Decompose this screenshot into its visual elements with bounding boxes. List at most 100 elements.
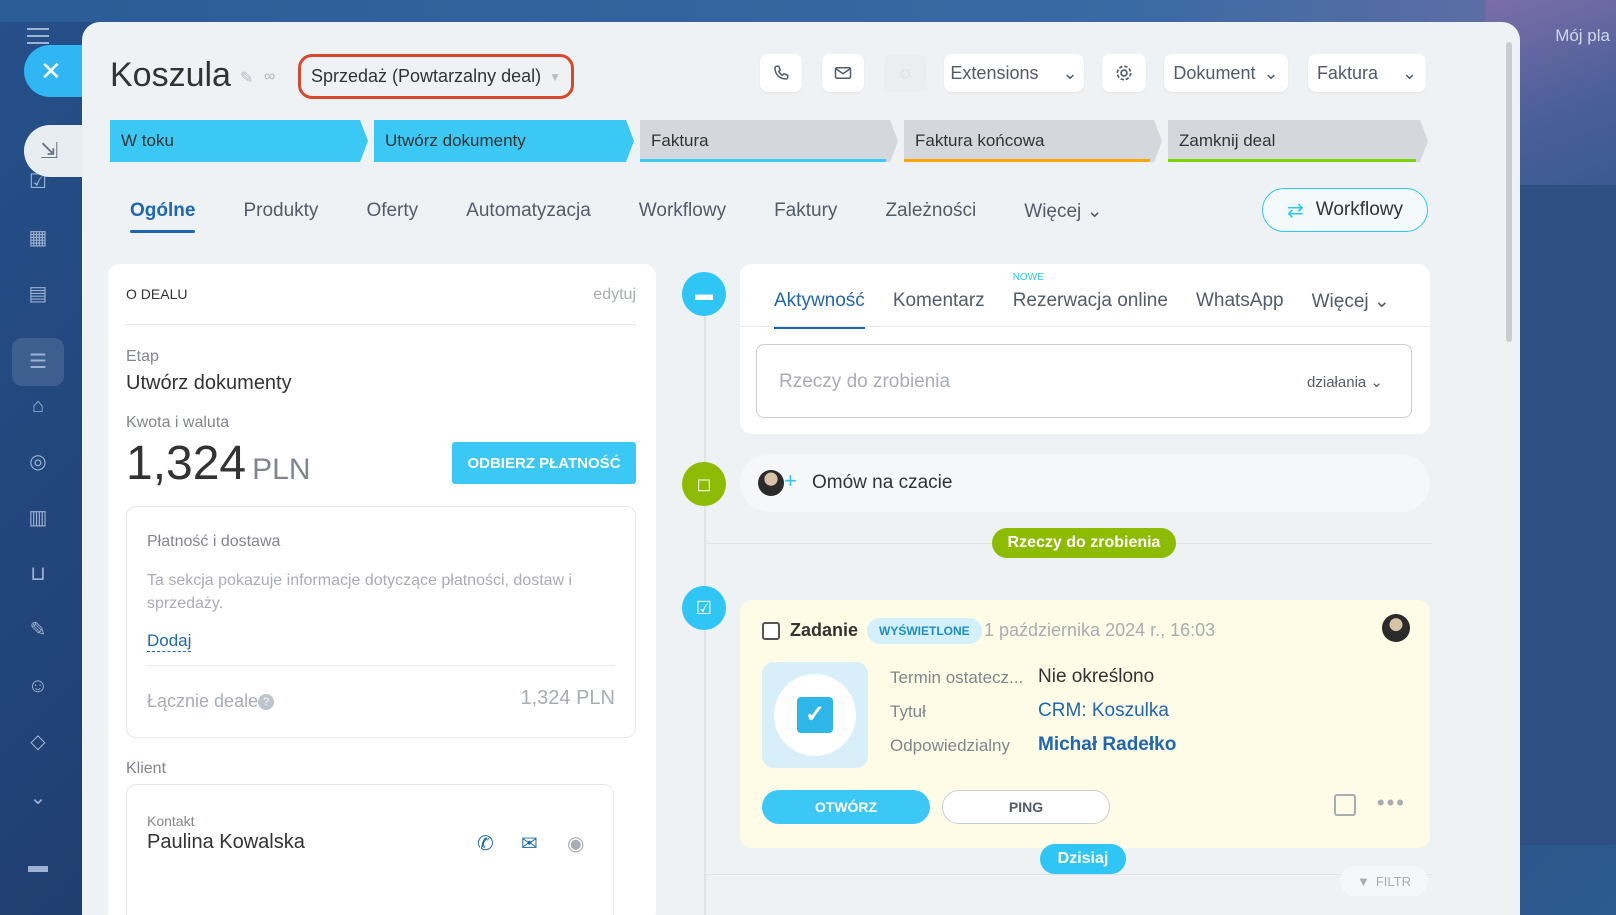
tab-comment[interactable]: Komentarz: [893, 284, 985, 329]
filter-button[interactable]: ▼ FILTR: [1340, 866, 1428, 896]
payment-title: Płatność i dostawa: [147, 533, 281, 550]
tab-more[interactable]: Więcej ⌄: [1312, 284, 1390, 329]
tab-invoices[interactable]: Faktury: [774, 194, 837, 233]
chevron-down-icon: ⌄: [1401, 62, 1418, 83]
edit-link[interactable]: edytuj: [593, 286, 636, 304]
tab-whatsapp[interactable]: WhatsApp: [1196, 284, 1284, 329]
deal-info-card: O DEALU edytuj Etap Utwórz dokumenty Kwo…: [108, 264, 656, 915]
extensions-dropdown[interactable]: Extensions ⌄: [944, 54, 1084, 92]
funnel-icon: ▼: [1356, 873, 1370, 889]
total-label-text: Łącznie deale: [147, 691, 259, 711]
todo-input[interactable]: Rzeczy do zrobienia działania ⌄: [756, 344, 1412, 418]
background-link[interactable]: Mój pla: [1555, 26, 1610, 46]
calendar-icon[interactable]: ▦: [24, 224, 52, 252]
deal-panel: Koszula ✎ ∞ Sprzedaż (Powtarzalny deal) …: [82, 22, 1520, 915]
close-slider-button[interactable]: ✕: [24, 45, 84, 97]
more-icon[interactable]: •••: [1377, 790, 1406, 816]
open-button[interactable]: OTWÓRZ: [762, 790, 930, 824]
activity-tabs: Aktywność Komentarz NOWE Rezerwacja onlin…: [774, 272, 1418, 329]
deadline-value[interactable]: Nie określono: [1038, 666, 1154, 688]
workflows-button[interactable]: ⇄ Workflowy: [1262, 188, 1428, 232]
tab-label: Rezerwacja online: [1012, 290, 1168, 311]
responsible-link[interactable]: Michał Radełko: [1038, 734, 1176, 756]
tab-more[interactable]: Więcej ⌄: [1024, 194, 1102, 233]
tab-automation[interactable]: Automatyzacja: [466, 194, 591, 233]
store-icon[interactable]: ⌂: [24, 392, 52, 420]
total-deals-label: Łącznie deale?: [147, 691, 275, 712]
tab-online-booking[interactable]: NOWE Rezerwacja online: [1012, 272, 1168, 329]
document-dropdown[interactable]: Dokument ⌄: [1164, 54, 1288, 92]
printer-icon[interactable]: ▬: [24, 852, 52, 880]
task-check-icon: ☑: [682, 586, 726, 630]
category-selector[interactable]: Sprzedaż (Powtarzalny deal) ▼: [298, 54, 574, 99]
robot-icon[interactable]: ☺: [24, 672, 52, 700]
title-link[interactable]: CRM: Koszulka: [1038, 700, 1169, 722]
task-icon-box: ✓: [762, 662, 868, 768]
ping-button[interactable]: PING: [942, 790, 1110, 824]
email-button[interactable]: [822, 54, 864, 92]
stage-close-deal[interactable]: Zamknij deal: [1168, 120, 1428, 162]
chat-icon[interactable]: ◉: [567, 831, 584, 856]
cart-icon[interactable]: ⊔: [24, 560, 52, 588]
tab-workflows[interactable]: Workflowy: [639, 194, 726, 233]
analytics-icon[interactable]: ▥: [24, 504, 52, 532]
responsible-label: Odpowiedzialny: [890, 736, 1011, 755]
tab-dependencies[interactable]: Zależności: [885, 194, 976, 233]
chat-bubble-icon: ◻: [682, 462, 726, 506]
chevron-down-icon[interactable]: ⌄: [24, 784, 52, 812]
phone-icon[interactable]: ✆: [477, 831, 494, 856]
client-label: Klient: [126, 760, 167, 777]
chat-icon: ◌: [899, 62, 911, 83]
crm-funnel-icon[interactable]: ☰: [24, 348, 52, 376]
invoice-dropdown[interactable]: Faktura ⌄: [1308, 54, 1426, 92]
divider: [740, 326, 1430, 327]
deal-title: Koszula: [110, 56, 231, 94]
chat-button[interactable]: ◌: [884, 54, 926, 92]
task-card: Zadanie WYŚWIETLONE 1 października 2024 …: [740, 600, 1430, 848]
actions-label: działania: [1307, 374, 1367, 391]
divider: [126, 324, 636, 325]
sign-icon[interactable]: ✎: [24, 616, 52, 644]
amount-currency: PLN: [252, 453, 311, 486]
target-icon[interactable]: ◎: [24, 448, 52, 476]
add-link[interactable]: Dodaj: [147, 631, 192, 652]
today-pill: Dzisiaj: [1040, 844, 1126, 874]
stage-in-progress[interactable]: W toku: [110, 120, 368, 162]
contact-name[interactable]: Paulina Kowalska: [147, 831, 305, 854]
discuss-in-chat-row[interactable]: + Omów na czacie: [740, 454, 1430, 512]
help-icon[interactable]: ?: [258, 694, 275, 711]
envelope-icon: [834, 67, 852, 79]
tab-activity[interactable]: Aktywność: [774, 284, 865, 329]
avatar[interactable]: [1382, 614, 1410, 642]
category-label: Sprzedaż (Powtarzalny deal): [311, 66, 542, 86]
settings-button[interactable]: [1102, 54, 1146, 92]
tab-quotes[interactable]: Oferty: [366, 194, 418, 233]
stage-invoice[interactable]: Faktura: [640, 120, 898, 162]
envelope-icon[interactable]: ✉: [521, 831, 538, 856]
document-label: Dokument: [1173, 62, 1256, 83]
plus-icon[interactable]: +: [784, 468, 797, 494]
deal-tabs: Ogólne Produkty Oferty Automatyzacja Wor…: [110, 194, 1150, 233]
tab-more-label: Więcej: [1024, 201, 1082, 222]
box-icon[interactable]: ◇: [24, 728, 52, 756]
deadline-label: Termin ostatecz...: [890, 668, 1024, 687]
todo-placeholder: Rzeczy do zrobienia: [779, 371, 951, 392]
call-button[interactable]: [760, 54, 802, 92]
task-checkbox[interactable]: [762, 622, 780, 640]
note-icon[interactable]: [1334, 794, 1356, 816]
section-heading: O DEALU: [126, 286, 188, 302]
actions-dropdown[interactable]: działania ⌄: [1307, 373, 1383, 391]
stage-label: Faktura końcowa: [915, 131, 1045, 150]
invoice-label: Faktura: [1316, 62, 1378, 83]
receive-payment-button[interactable]: ODBIERZ PŁATNOŚĆ: [452, 442, 636, 484]
tab-products[interactable]: Produkty: [243, 194, 318, 233]
stage-final-invoice[interactable]: Faktura końcowa: [904, 120, 1162, 162]
stage-create-documents[interactable]: Utwórz dokumenty: [374, 120, 634, 162]
contact-card-icon[interactable]: ▤: [24, 280, 52, 308]
pencil-icon[interactable]: ✎: [240, 68, 253, 88]
link-icon[interactable]: ∞: [264, 68, 275, 86]
new-badge: NOWE: [1012, 272, 1044, 283]
tab-general[interactable]: Ogólne: [130, 194, 196, 233]
minimize-slider-button[interactable]: ⇲: [24, 125, 84, 177]
scrollbar[interactable]: [1506, 42, 1512, 342]
